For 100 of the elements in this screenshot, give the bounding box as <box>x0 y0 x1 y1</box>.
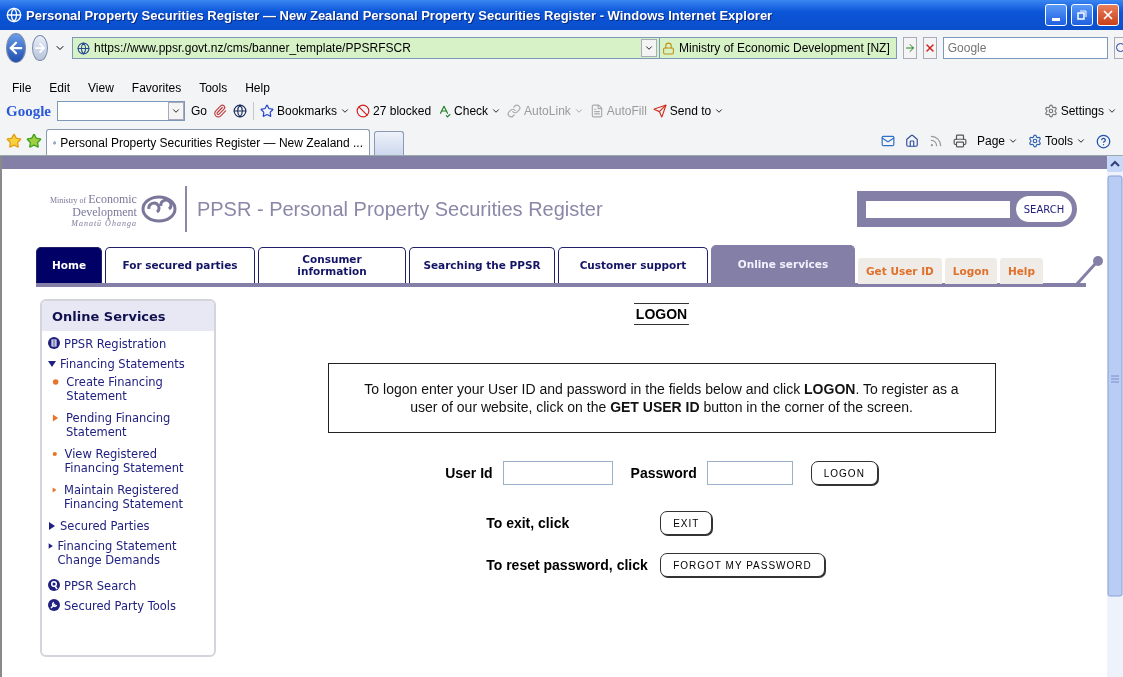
refresh-icon <box>903 42 916 54</box>
toolbar-button[interactable]: Send to <box>652 104 725 118</box>
chevron-down-icon[interactable] <box>171 106 181 116</box>
chevron-down-icon <box>1076 136 1086 146</box>
settings-button[interactable]: Settings <box>1043 104 1117 118</box>
close-button[interactable] <box>1097 4 1119 26</box>
sidebar-item[interactable]: Secured Parties <box>48 519 214 533</box>
menu-item[interactable]: Help <box>239 81 276 95</box>
document-icon <box>48 337 60 349</box>
scrollbar[interactable] <box>1107 156 1123 677</box>
spellcheck-icon <box>437 104 452 118</box>
site-identity: Ministry of Economic Development [NZ] <box>679 41 890 55</box>
lock-icon <box>662 41 675 55</box>
gear-icon <box>1028 134 1042 148</box>
triangle-right-icon <box>48 522 56 530</box>
user-id-label: User Id <box>445 465 493 481</box>
nav-tab[interactable]: Searching the PPSR <box>409 247 555 283</box>
toolbar-button[interactable]: Check <box>437 104 502 118</box>
search-field[interactable]: Google <box>942 37 1108 59</box>
page-menu[interactable]: Page <box>976 134 1018 148</box>
sidebar-item[interactable]: Financing Statement Change Demands <box>48 539 214 567</box>
home-icon[interactable] <box>904 134 919 148</box>
minimize-icon <box>1052 17 1060 21</box>
sidebar-item[interactable]: Financing Statements <box>48 357 214 371</box>
menu-item[interactable]: Edit <box>43 81 77 95</box>
action-button[interactable]: EXIT <box>660 511 713 535</box>
password-label: Password <box>630 465 697 481</box>
url-text: https://www.ppsr.govt.nz/cms/banner_template/PPSRFSCR <box>94 41 412 55</box>
menu-item[interactable]: View <box>82 81 120 95</box>
action-button[interactable]: FORGOT MY PASSWORD <box>660 553 825 577</box>
toolbar-button[interactable]: Bookmarks <box>260 104 351 118</box>
print-icon[interactable] <box>952 134 967 148</box>
search-button[interactable] <box>1113 37 1123 59</box>
forward-button[interactable] <box>32 35 48 61</box>
menu-item[interactable]: Tools <box>193 81 234 95</box>
restore-button[interactable] <box>1071 4 1093 26</box>
menu-item[interactable]: Favorites <box>125 81 188 95</box>
browser-tab[interactable]: Personal Property Securities Register — New Zealand ... <box>46 129 370 155</box>
stop-icon <box>923 42 936 54</box>
window-title: Personal Property Securities Register — New Zealand Personal Property Securities Register - Windows Internet Explorer <box>26 7 774 23</box>
back-button[interactable] <box>6 33 26 63</box>
site-search-field[interactable] <box>866 200 1010 218</box>
nav-tab[interactable]: Customer support <box>558 247 708 283</box>
browser-icon <box>6 7 22 23</box>
triangle-right-icon <box>48 542 54 550</box>
nav-tab[interactable]: Consumer information <box>258 247 406 283</box>
logon-button[interactable]: LOGON <box>810 461 878 485</box>
password-field[interactable] <box>706 461 793 485</box>
chevron-down-icon <box>340 106 351 116</box>
sidebar-title: Online Services <box>42 301 214 331</box>
chevron-down-icon <box>714 106 725 116</box>
action-label: To reset password, click <box>486 557 649 573</box>
toolbar-icon[interactable] <box>213 104 227 118</box>
chevron-down-icon <box>1008 136 1018 146</box>
instructions-text: To logon enter your User ID and password in the fields below and click LOGON. To register as a user of our website, click on the GET USER ID button in the corner of the screen. <box>363 380 960 416</box>
address-field[interactable]: https://www.ppsr.govt.nz/cms/banner_template/PPSRFSCR <box>72 37 660 59</box>
nav-tab[interactable]: For secured parties <box>105 247 255 283</box>
triangle-down-icon <box>48 360 56 368</box>
blocked-icon <box>356 104 371 118</box>
send-icon <box>652 104 667 118</box>
tools-menu[interactable]: Tools <box>1028 134 1086 148</box>
google-logo: Google <box>6 102 51 120</box>
search-button[interactable]: SEARCH <box>1016 196 1072 222</box>
minimize-button[interactable] <box>1045 4 1067 26</box>
new-tab-button[interactable] <box>374 131 404 155</box>
sidebar-subitem[interactable]: Pending Financing Statement <box>52 411 214 439</box>
user-id-field[interactable] <box>502 461 613 485</box>
globe-icon[interactable] <box>233 104 247 118</box>
nav-tab[interactable]: Home <box>36 247 102 283</box>
gear-icon <box>1043 104 1058 118</box>
menu-item[interactable]: File <box>6 81 38 95</box>
chevron-down-icon <box>644 43 654 53</box>
sidebar-subitem[interactable]: Maintain Registered Financing Statement <box>52 483 214 511</box>
chevron-down-icon <box>491 106 502 116</box>
mail-icon[interactable] <box>880 134 895 148</box>
toolbar-search-field[interactable] <box>57 101 185 121</box>
sidebar-item[interactable]: PPSR Registration <box>48 337 214 351</box>
help-icon[interactable] <box>1096 133 1111 149</box>
stop-button[interactable] <box>922 37 937 59</box>
sidebar-subitem[interactable]: Create Financing Statement <box>52 375 214 403</box>
action-label: To exit, click <box>486 515 571 531</box>
page-heading: LOGON <box>633 303 690 325</box>
chevron-down-icon <box>1107 106 1117 116</box>
security-report[interactable]: Ministry of Economic Development [NZ] <box>659 37 897 59</box>
bullet-icon <box>52 378 60 386</box>
feed-icon[interactable] <box>928 134 943 148</box>
go-button[interactable]: Go <box>191 104 207 118</box>
sidebar-subitem[interactable]: View Registered Financing Statement <box>52 447 214 475</box>
add-favorite-icon[interactable] <box>26 133 42 149</box>
bullet-icon <box>52 450 58 458</box>
link-icon <box>507 104 522 118</box>
close-icon <box>1101 8 1115 22</box>
sidebar-item[interactable]: PPSR Search <box>48 579 214 593</box>
arrow-right-icon <box>33 41 47 55</box>
ministry-logo: Ministry of Economic Development Manatū Ōhanga <box>50 186 187 232</box>
restore-icon <box>1077 10 1087 20</box>
form-icon <box>589 104 604 118</box>
site-title: PPSR - Personal Property Securities Register <box>196 197 604 221</box>
toolbar-button[interactable]: 27 blocked <box>356 104 432 118</box>
sidebar-item[interactable]: Secured Party Tools <box>48 599 214 613</box>
